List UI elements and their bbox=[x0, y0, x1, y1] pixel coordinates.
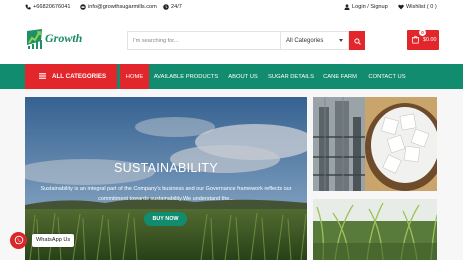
phone-icon bbox=[25, 4, 31, 10]
email-icon bbox=[80, 4, 86, 10]
all-categories-button[interactable]: ALL CATEGORIES bbox=[25, 64, 117, 89]
whatsapp-button[interactable] bbox=[10, 232, 27, 249]
main-nav: ALL CATEGORIES HOME AVAILABLE PRODUCTS A… bbox=[0, 64, 463, 89]
cart-icon bbox=[411, 35, 420, 46]
nav-sugar-details[interactable]: SUGAR DETAILS bbox=[266, 64, 316, 89]
all-categories-label: ALL CATEGORIES bbox=[52, 73, 107, 80]
top-bar: +66820676041 info@growthsugarmills.com 2… bbox=[0, 0, 463, 16]
hero-description: Sustainability is an integral part of th… bbox=[40, 186, 292, 202]
login-link[interactable]: Login / Signup bbox=[344, 4, 388, 10]
site-logo[interactable]: Growth bbox=[24, 27, 88, 51]
search-placeholder: I'm searching for... bbox=[133, 38, 179, 44]
nav-home[interactable]: HOME bbox=[120, 64, 149, 89]
hours-info: 24/7 bbox=[163, 4, 182, 10]
category-dropdown[interactable]: All Categories bbox=[281, 31, 349, 50]
cart-button[interactable]: 0 $0.00 bbox=[407, 29, 439, 50]
menu-icon bbox=[39, 72, 46, 81]
search-button[interactable] bbox=[349, 31, 365, 50]
cart-total: $0.00 bbox=[423, 37, 437, 43]
heart-icon bbox=[398, 4, 404, 10]
nav-cane-farm[interactable]: CANE FARM bbox=[321, 64, 359, 89]
nav-available-products-label: AVAILABLE PRODUCTS bbox=[153, 73, 219, 80]
hero-title: SUSTAINABILITY bbox=[114, 161, 218, 175]
site-header: Growth I'm searching for... All Categori… bbox=[0, 16, 463, 64]
logo-text: Growth bbox=[45, 31, 83, 45]
nav-available-products[interactable]: AVAILABLE PRODUCTS bbox=[152, 64, 220, 89]
sugar-factory-image[interactable] bbox=[313, 97, 437, 191]
nav-contact-us-label: CONTACT US bbox=[368, 73, 406, 80]
login-label: Login / Signup bbox=[352, 4, 388, 10]
nav-home-label: HOME bbox=[125, 73, 144, 80]
nav-sugar-details-label: SUGAR DETAILS bbox=[268, 73, 314, 80]
whatsapp-label[interactable]: WhatsApp Us bbox=[32, 234, 75, 247]
cart-count-badge: 0 bbox=[419, 29, 426, 36]
buy-now-button[interactable]: BUY NOW bbox=[144, 212, 187, 226]
category-selected: All Categories bbox=[286, 38, 324, 44]
cane-farm-image[interactable] bbox=[313, 199, 437, 260]
phone-number: +66820676041 bbox=[33, 4, 71, 10]
wishlist-label: Wishlist ( 0 ) bbox=[406, 4, 437, 10]
phone-contact[interactable]: +66820676041 bbox=[25, 4, 71, 10]
nav-contact-us[interactable]: CONTACT US bbox=[366, 64, 408, 89]
clock-icon bbox=[163, 4, 169, 10]
email-contact[interactable]: info@growthsugarmills.com bbox=[80, 4, 157, 10]
nav-about-us-label: ABOUT US bbox=[228, 73, 258, 80]
user-icon bbox=[344, 4, 350, 10]
wishlist-link[interactable]: Wishlist ( 0 ) bbox=[398, 4, 437, 10]
whatsapp-icon bbox=[14, 232, 24, 250]
search-input[interactable]: I'm searching for... bbox=[127, 31, 281, 50]
email-address: info@growthsugarmills.com bbox=[88, 4, 157, 10]
chevron-down-icon bbox=[339, 39, 343, 42]
nav-about-us[interactable]: ABOUT US bbox=[224, 64, 262, 89]
search-icon bbox=[353, 32, 361, 50]
nav-cane-farm-label: CANE FARM bbox=[323, 73, 357, 80]
hours-text: 24/7 bbox=[171, 4, 182, 10]
